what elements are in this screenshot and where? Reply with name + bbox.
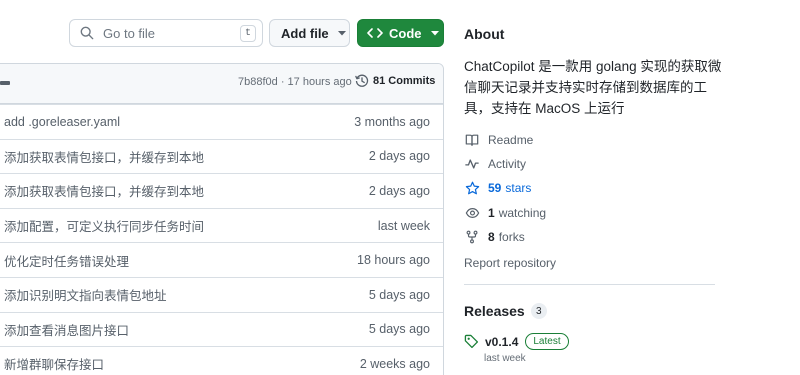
file-row: 添加配置，可定义执行同步任务时间 last week: [0, 207, 443, 243]
activity-link[interactable]: Activity: [464, 156, 526, 172]
commit-time: 5 days ago: [368, 287, 430, 302]
commits-label: 81 Commits: [373, 75, 436, 87]
commit-message-link[interactable]: 添加获取表情包接口，并缓存到本地: [4, 147, 204, 166]
commit-message-link[interactable]: 添加获取表情包接口，并缓存到本地: [4, 181, 204, 200]
commit-time: 18 hours ago: [357, 253, 430, 268]
commit-message-link[interactable]: 优化定时任务错误处理: [4, 251, 129, 270]
add-file-button[interactable]: Add file: [269, 19, 350, 47]
chevron-down-icon: [337, 30, 346, 36]
file-list: 7b88f0d · 17 hours ago 81 Commits add .g…: [0, 63, 444, 375]
star-icon: [464, 180, 480, 196]
forks-label: forks: [498, 230, 525, 244]
commit-time: 2 days ago: [368, 149, 430, 164]
releases-title: Releases: [464, 303, 525, 319]
search-icon: [80, 26, 94, 40]
commit-message-link[interactable]: 添加配置，可定义执行同步任务时间: [4, 216, 204, 235]
commit-time: 2 weeks ago: [359, 356, 430, 371]
forks-count: 8: [488, 230, 495, 244]
stars-count: 59: [488, 181, 502, 195]
pulse-icon: [464, 156, 480, 172]
fork-icon: [464, 229, 480, 245]
latest-commit-meta[interactable]: 7b88f0d · 17 hours ago: [238, 76, 352, 88]
releases-count-badge: 3: [530, 303, 547, 319]
eye-icon: [464, 205, 480, 221]
latest-commit-header: 7b88f0d · 17 hours ago 81 Commits: [0, 64, 443, 104]
add-file-label: Add file: [281, 25, 329, 41]
file-row: add .goreleaser.yaml 3 months ago: [0, 104, 443, 139]
releases-heading[interactable]: Releases 3: [464, 303, 547, 319]
release-version: v0.1.4: [485, 334, 519, 349]
go-to-file-input[interactable]: Go to file t: [69, 19, 263, 47]
watching-label: watching: [498, 206, 547, 220]
history-icon: [355, 74, 369, 88]
stars-link[interactable]: 59 stars: [464, 180, 531, 196]
about-heading: About: [464, 26, 505, 42]
file-row: 新增群聊保存接口 2 weeks ago: [0, 346, 443, 375]
code-label: Code: [389, 25, 422, 41]
release-date: last week: [484, 353, 526, 364]
sidebar-divider: [464, 284, 715, 285]
chevron-down-icon: [430, 30, 439, 36]
ellipsis-icon[interactable]: [0, 77, 11, 89]
code-icon: [367, 27, 383, 39]
search-placeholder: Go to file: [103, 25, 156, 41]
readme-link[interactable]: Readme: [464, 132, 533, 148]
file-row: 优化定时任务错误处理 18 hours ago: [0, 242, 443, 277]
repo-description: ChatCopilot 是一款用 golang 实现的获取微信聊天记录并支持实时…: [464, 59, 722, 116]
file-row: 添加识别明文指向表情包地址 5 days ago: [0, 276, 443, 312]
commit-message-link[interactable]: add .goreleaser.yaml: [4, 115, 120, 129]
activity-label: Activity: [488, 157, 527, 171]
watching-link[interactable]: 1 watching: [464, 205, 546, 221]
commit-message-link[interactable]: 新增群聊保存接口: [4, 354, 104, 373]
commit-time: 5 days ago: [368, 322, 430, 337]
file-row: 添加获取表情包接口，并缓存到本地 2 days ago: [0, 138, 443, 174]
commit-time: 3 months ago: [354, 114, 430, 129]
file-row: 添加查看消息图片接口 5 days ago: [0, 311, 443, 347]
report-repository-link[interactable]: Report repository: [464, 256, 556, 270]
commit-message-link[interactable]: 添加查看消息图片接口: [4, 320, 129, 339]
commit-time: 2 days ago: [368, 183, 430, 198]
stars-label: stars: [505, 181, 532, 195]
file-row: 添加获取表情包接口，并缓存到本地 2 days ago: [0, 173, 443, 208]
readme-label: Readme: [488, 133, 534, 147]
tag-icon: [464, 334, 479, 349]
latest-badge: Latest: [525, 333, 569, 350]
book-icon: [464, 132, 480, 148]
commit-time: last week: [377, 218, 430, 233]
commit-message-link[interactable]: 添加识别明文指向表情包地址: [4, 285, 167, 304]
commits-link[interactable]: 81 Commits: [355, 74, 435, 88]
release-item[interactable]: v0.1.4 Latest: [464, 333, 569, 350]
search-shortcut-key: t: [240, 24, 256, 42]
watching-count: 1: [488, 206, 495, 220]
code-button[interactable]: Code: [357, 19, 444, 47]
forks-link[interactable]: 8 forks: [464, 229, 525, 245]
